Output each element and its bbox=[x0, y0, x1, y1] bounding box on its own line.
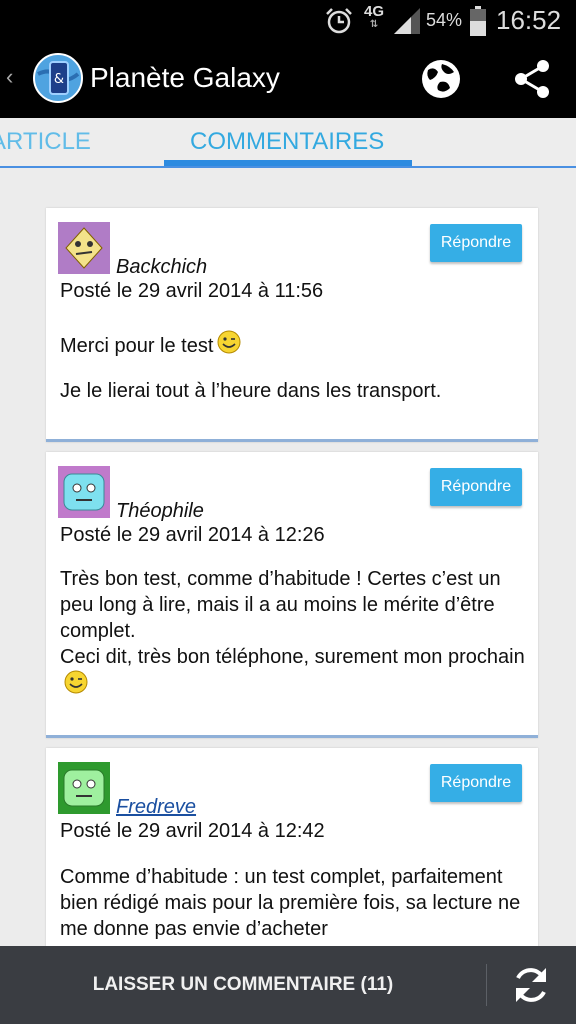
app-logo[interactable]: & bbox=[32, 52, 84, 104]
comment-text: Merci pour le test bbox=[60, 330, 530, 359]
comment-date: Posté le 29 avril 2014 à 12:26 bbox=[60, 524, 325, 546]
comment-text: Ceci dit, très bon téléphone, surement m… bbox=[60, 644, 530, 699]
comment-card: Théophile Posté le 29 avril 2014 à 12:26… bbox=[46, 452, 538, 738]
battery-percent: 54% bbox=[426, 10, 463, 30]
smiley-icon bbox=[64, 670, 88, 694]
globe-icon[interactable] bbox=[420, 58, 462, 100]
comment-card: Fredreve Posté le 29 avril 2014 à 12:42 … bbox=[46, 748, 538, 958]
leave-comment-button[interactable]: LAISSER UN COMMENTAIRE (11) bbox=[0, 946, 486, 1024]
reply-button[interactable]: Répondre bbox=[430, 764, 522, 802]
comment-text: Très bon test, comme d’habitude ! Certes… bbox=[60, 568, 501, 642]
tab-bar: ARTICLE COMMENTAIRES bbox=[0, 118, 576, 168]
svg-text:&: & bbox=[54, 72, 64, 87]
alarm-icon bbox=[326, 8, 352, 34]
app-title: Planète Galaxy bbox=[90, 62, 280, 93]
tab-article[interactable]: ARTICLE bbox=[0, 128, 91, 156]
network-type: 4G ⇅ bbox=[364, 3, 385, 30]
action-bar: ‹ & Planète Galaxy bbox=[0, 40, 576, 118]
comment-author[interactable]: Théophile bbox=[116, 500, 204, 523]
tab-indicator bbox=[164, 160, 412, 166]
share-icon[interactable] bbox=[512, 58, 552, 100]
comment-text: Je le lierai tout à l’heure dans les tra… bbox=[60, 380, 442, 402]
signal-icon bbox=[394, 8, 420, 34]
comment-date: Posté le 29 avril 2014 à 11:56 bbox=[60, 280, 324, 302]
avatar bbox=[58, 222, 110, 274]
battery-icon bbox=[470, 6, 486, 36]
comment-date: Posté le 29 avril 2014 à 12:42 bbox=[60, 820, 325, 842]
reply-button[interactable]: Répondre bbox=[430, 468, 522, 506]
smiley-icon bbox=[217, 330, 241, 354]
tab-commentaires[interactable]: COMMENTAIRES bbox=[190, 128, 384, 156]
back-chevron-icon[interactable]: ‹ bbox=[6, 64, 13, 90]
avatar bbox=[58, 466, 110, 518]
comment-card: Backchich Posté le 29 avril 2014 à 11:56… bbox=[46, 208, 538, 442]
reply-button[interactable]: Répondre bbox=[430, 224, 522, 262]
comment-text: Comme d’habitude : un test complet, parf… bbox=[60, 866, 521, 940]
refresh-icon[interactable] bbox=[510, 964, 552, 1006]
avatar bbox=[58, 762, 110, 814]
comment-author[interactable]: Backchich bbox=[116, 256, 207, 279]
divider bbox=[486, 964, 487, 1006]
bottom-bar: LAISSER UN COMMENTAIRE (11) bbox=[0, 946, 576, 1024]
comment-author-link[interactable]: Fredreve bbox=[116, 796, 196, 819]
clock: 16:52 bbox=[496, 5, 562, 35]
status-bar: 4G ⇅ 54% 16:52 bbox=[0, 0, 576, 40]
